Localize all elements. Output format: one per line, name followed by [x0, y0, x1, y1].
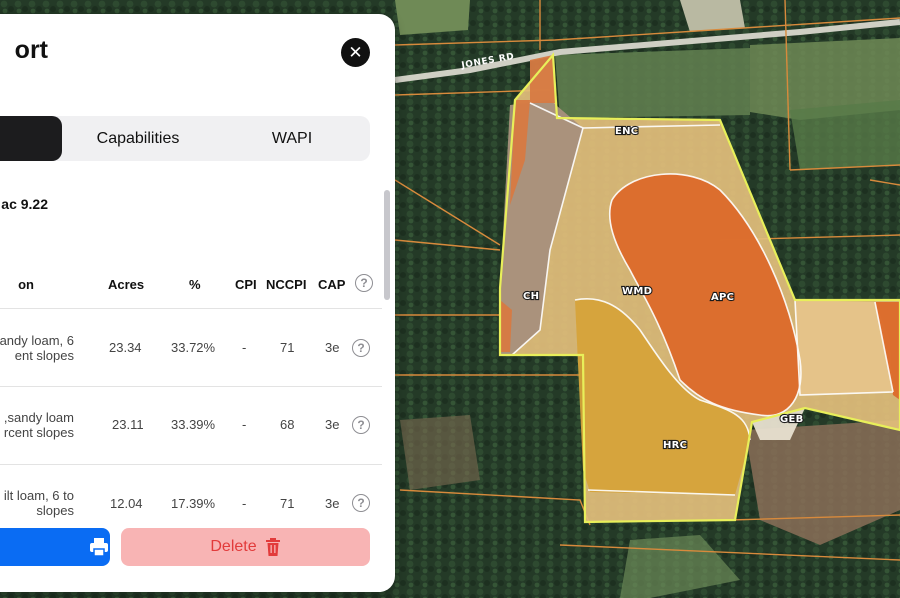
- row-cpi: -: [242, 496, 247, 511]
- row-description-line2: slopes: [36, 503, 74, 518]
- trash-icon: [265, 538, 280, 556]
- row-percent: 33.72%: [171, 340, 216, 355]
- close-icon: ✕: [348, 42, 363, 62]
- row-cap: 3e: [325, 340, 340, 355]
- header-percent: %: [189, 277, 201, 292]
- soil-label-enc: ENC: [615, 126, 638, 137]
- row-percent: 33.39%: [171, 417, 216, 432]
- tab-bar: Capabilities WAPI: [0, 116, 370, 161]
- header-nccpi: NCCPI: [266, 277, 307, 292]
- help-icon[interactable]: ?: [352, 494, 370, 512]
- soil-label-wmd: WMD: [622, 286, 652, 297]
- table-row[interactable]: sandy loam, rcent slopes 23.11 33.39% - …: [0, 387, 382, 465]
- header-description: on: [18, 277, 34, 292]
- row-acres: 23.34: [109, 340, 142, 355]
- close-button[interactable]: ✕: [341, 38, 370, 67]
- delete-label: Delete: [210, 538, 257, 555]
- soil-label-hrc: HRC: [663, 440, 687, 451]
- help-icon[interactable]: ?: [355, 274, 373, 292]
- soil-label-geb: GEB: [780, 414, 804, 425]
- header-acres: Acres: [108, 277, 145, 292]
- soil-table: on Acres % CPI NCCPI CAP ? andy loam, 6 …: [0, 264, 382, 519]
- report-panel: ort ✕ Capabilities WAPI 9.22 ac on Acres…: [0, 14, 395, 592]
- table-row[interactable]: ilt loam, 6 to slopes 12.04 17.39% - 71 …: [0, 465, 382, 519]
- row-cap: 3e: [325, 417, 340, 432]
- help-icon[interactable]: ?: [352, 339, 370, 357]
- soil-label-ch: CH: [523, 291, 539, 302]
- print-button[interactable]: [0, 528, 110, 566]
- row-acres: 12.04: [110, 496, 143, 511]
- row-cpi: -: [242, 417, 247, 432]
- scrollbar-thumb[interactable]: [384, 190, 390, 300]
- row-description-line1: sandy loam,: [3, 410, 74, 425]
- help-icon[interactable]: ?: [352, 416, 370, 434]
- clearing: [790, 100, 900, 170]
- row-acres: 23.11: [112, 417, 144, 432]
- row-cap: 3e: [325, 496, 340, 511]
- soil-label-apc: APC: [711, 292, 734, 303]
- total-acres: 9.22 ac: [1, 196, 48, 212]
- printer-icon: [90, 538, 108, 557]
- row-description-line2: rcent slopes: [3, 425, 74, 440]
- header-cap: CAP: [318, 277, 346, 292]
- row-nccpi: 71: [280, 496, 295, 511]
- row-description-line1: ilt loam, 6 to: [3, 488, 74, 503]
- table-header: on Acres % CPI NCCPI CAP ?: [0, 264, 382, 309]
- header-cpi: CPI: [235, 277, 257, 292]
- delete-button[interactable]: Delete: [121, 528, 370, 566]
- row-percent: 17.39%: [171, 496, 216, 511]
- clearing: [395, 0, 470, 35]
- bare-field: [400, 415, 480, 490]
- row-nccpi: 68: [280, 417, 295, 432]
- row-cpi: -: [242, 340, 247, 355]
- tab-wapi[interactable]: WAPI: [214, 116, 370, 161]
- row-description-line1: andy loam, 6: [0, 333, 74, 348]
- row-description-line2: ent slopes: [14, 348, 74, 363]
- panel-title: ort: [14, 36, 48, 64]
- row-nccpi: 71: [280, 340, 295, 355]
- tab-capabilities[interactable]: Capabilities: [62, 116, 214, 161]
- table-row[interactable]: andy loam, 6 ent slopes 23.34 33.72% - 7…: [0, 309, 382, 387]
- clearing: [680, 0, 745, 32]
- scrollbar[interactable]: [384, 188, 390, 508]
- clearing: [555, 48, 750, 118]
- tab-report[interactable]: [0, 116, 62, 161]
